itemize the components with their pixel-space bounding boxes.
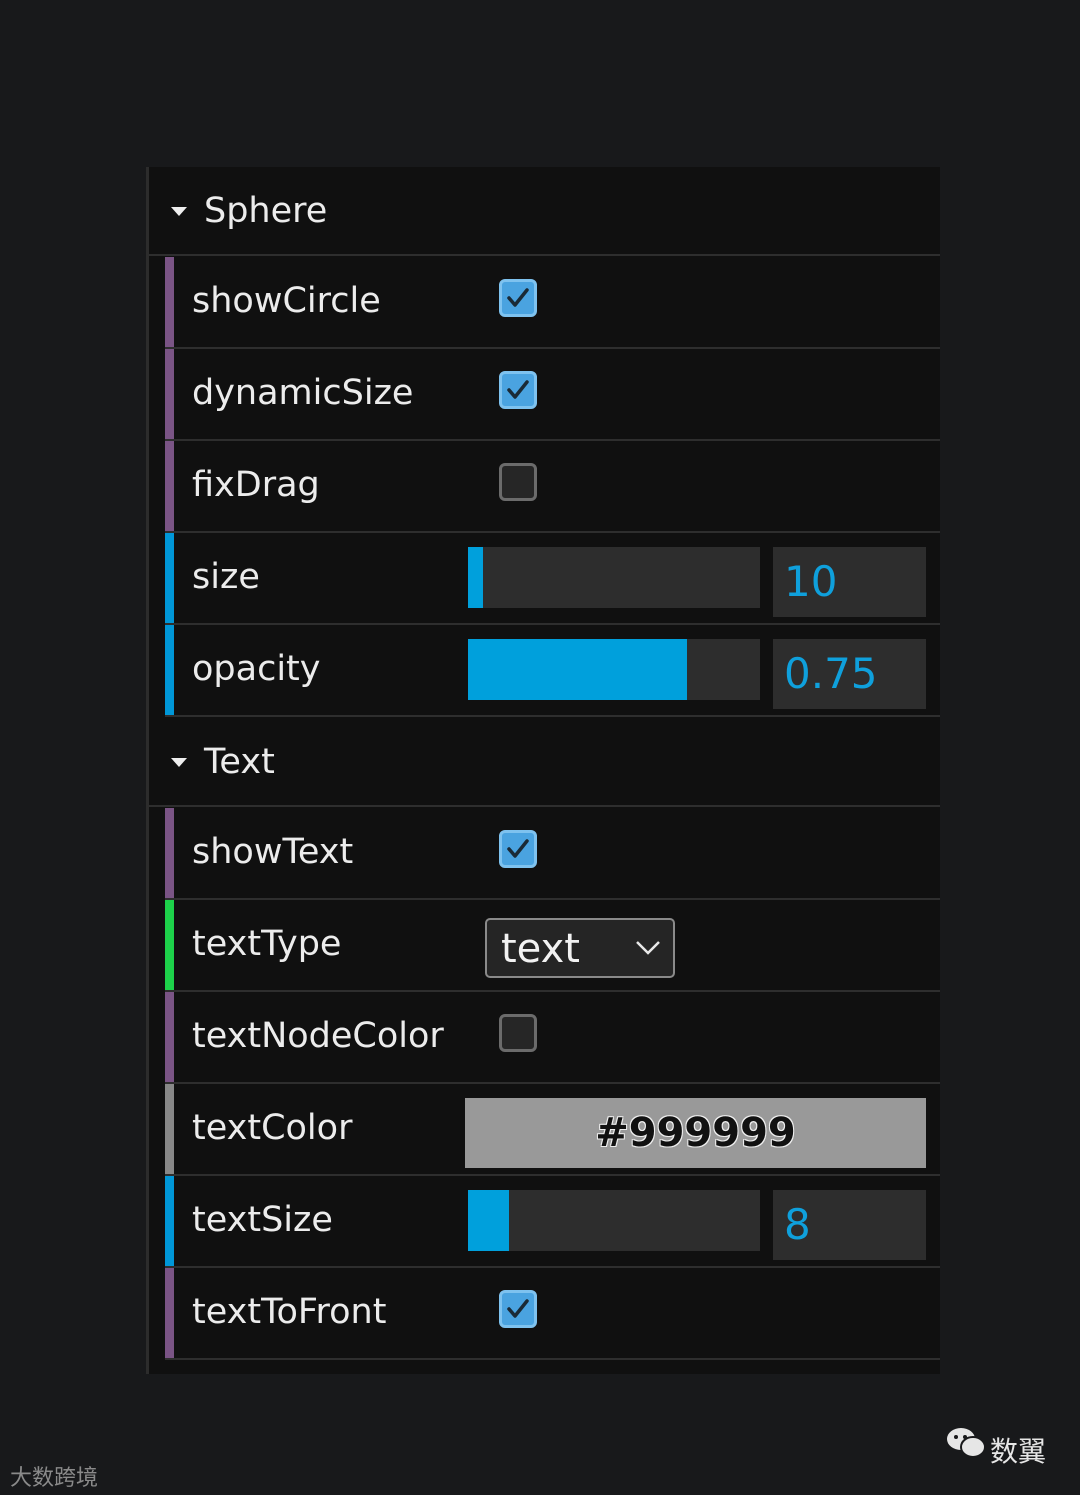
- opacity-slider[interactable]: [468, 639, 760, 700]
- textcolor-color-input[interactable]: #999999: [465, 1098, 926, 1168]
- type-bar: [165, 992, 174, 1082]
- controls-panel: Sphere showCircle dynamicSize fixDrag si…: [146, 167, 940, 1374]
- showcircle-checkbox[interactable]: [499, 279, 537, 317]
- folder-sphere[interactable]: Sphere: [149, 167, 940, 256]
- size-slider[interactable]: [468, 547, 760, 608]
- slider-fill: [468, 639, 687, 700]
- textsize-number-input[interactable]: 8: [773, 1190, 926, 1260]
- control-label: textColor: [192, 1108, 353, 1148]
- dynamicsize-checkbox[interactable]: [499, 371, 537, 409]
- control-row-textcolor: textColor #999999: [165, 1084, 940, 1176]
- triangle-down-icon[interactable]: [171, 207, 187, 216]
- opacity-number-input[interactable]: 0.75: [773, 639, 926, 709]
- folder-title[interactable]: Text: [204, 742, 275, 782]
- control-row-showtext: showText: [165, 808, 940, 900]
- control-row-opacity: opacity 0.75: [165, 625, 940, 717]
- textnodecolor-checkbox[interactable]: [499, 1014, 537, 1052]
- folder-title[interactable]: Sphere: [204, 191, 327, 231]
- fixdrag-checkbox[interactable]: [499, 463, 537, 501]
- control-label: textType: [192, 924, 342, 964]
- type-bar: [165, 1084, 174, 1174]
- control-row-size: size 10: [165, 533, 940, 625]
- control-row-texttofront: textToFront: [165, 1268, 940, 1360]
- control-row-textnodecolor: textNodeColor: [165, 992, 940, 1084]
- type-bar: [165, 349, 174, 439]
- control-row-textsize: textSize 8: [165, 1176, 940, 1268]
- check-icon: [507, 380, 529, 399]
- control-label: textSize: [192, 1200, 333, 1240]
- control-label: size: [192, 557, 260, 597]
- type-bar: [165, 1268, 174, 1358]
- folder-text[interactable]: Text: [149, 718, 940, 807]
- textsize-slider[interactable]: [468, 1190, 760, 1251]
- slider-fill: [468, 1190, 509, 1251]
- control-label: opacity: [192, 649, 321, 689]
- texttype-select[interactable]: text: [485, 918, 675, 978]
- control-row-texttype: textType text: [165, 900, 940, 992]
- control-row-dynamicsize: dynamicSize: [165, 349, 940, 441]
- type-bar: [165, 1176, 174, 1266]
- check-icon: [507, 839, 529, 858]
- type-bar: [165, 900, 174, 990]
- type-bar: [165, 808, 174, 898]
- check-icon: [507, 288, 529, 307]
- type-bar: [165, 257, 174, 347]
- type-bar: [165, 441, 174, 531]
- control-label: dynamicSize: [192, 373, 414, 413]
- wechat-icon: [947, 1428, 986, 1458]
- control-label: textToFront: [192, 1292, 387, 1332]
- showtext-checkbox[interactable]: [499, 830, 537, 868]
- triangle-down-icon[interactable]: [171, 758, 187, 767]
- select-value: text: [501, 926, 580, 972]
- watermark-left: 大数跨境: [10, 1466, 99, 1491]
- check-icon: [507, 1299, 529, 1318]
- type-bar: [165, 625, 174, 715]
- control-row-showcircle: showCircle: [165, 257, 940, 349]
- type-bar: [165, 533, 174, 623]
- size-number-input[interactable]: 10: [773, 547, 926, 617]
- control-row-fixdrag: fixDrag: [165, 441, 940, 533]
- texttofront-checkbox[interactable]: [499, 1290, 537, 1328]
- control-label: textNodeColor: [192, 1016, 444, 1056]
- control-label: showText: [192, 832, 354, 872]
- chevron-down-icon: [636, 941, 660, 955]
- control-label: fixDrag: [192, 465, 320, 505]
- slider-fill: [468, 547, 483, 608]
- control-label: showCircle: [192, 281, 381, 321]
- watermark-right: 数翼: [990, 1435, 1047, 1468]
